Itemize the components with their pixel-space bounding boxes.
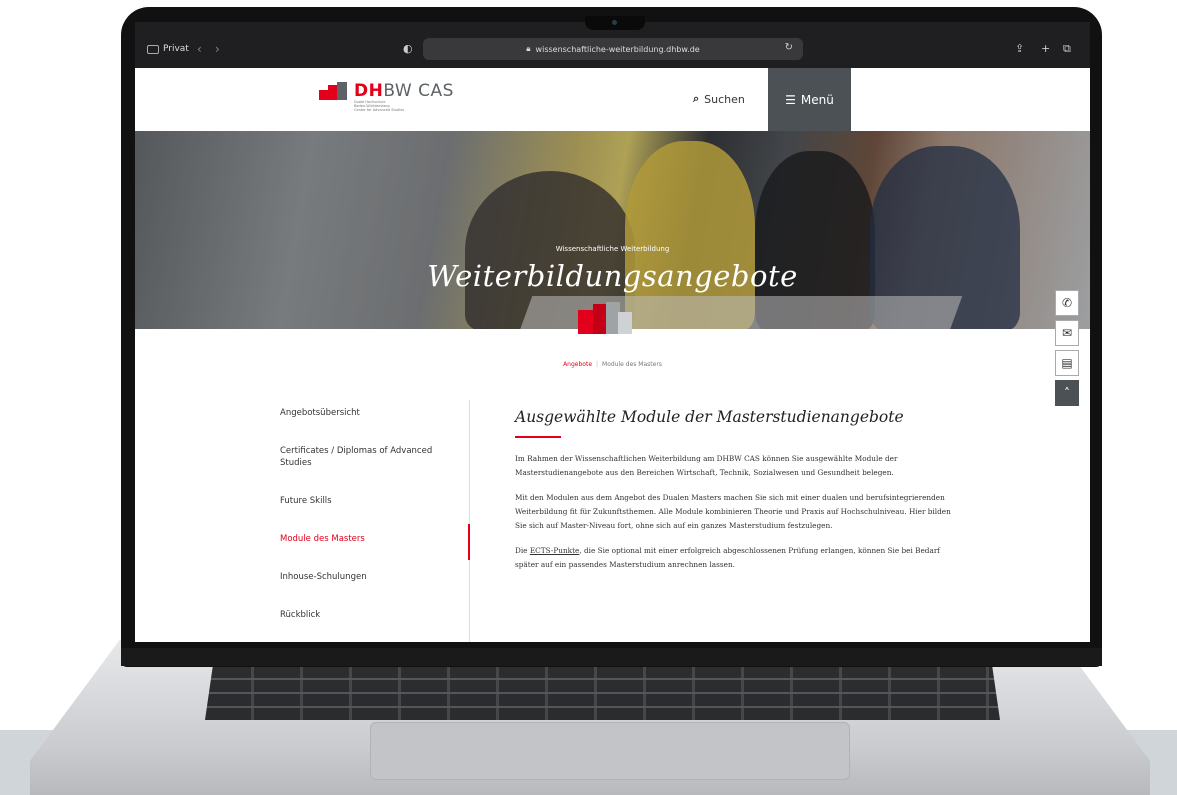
logo-subtitle-3: Center for Advanced Studies (354, 108, 405, 112)
hamburger-icon: ☰ (785, 92, 796, 107)
keyboard (205, 665, 1000, 720)
floating-actions: ✆ ✉ ▤ ˄ (1055, 290, 1079, 406)
back-icon[interactable]: ‹ (197, 42, 202, 56)
dhbw-cas-logo[interactable]: DHBW CAS Duale Hochschule Baden-Württemb… (319, 82, 454, 112)
menu-button[interactable]: ☰ Menü (768, 68, 851, 131)
hero-title: Weiterbildungsangebote (427, 259, 798, 293)
sidebar-divider (468, 400, 470, 642)
privacy-shield-icon[interactable]: ◐ (403, 42, 413, 55)
tabs-icon[interactable]: ⧉ (1063, 42, 1071, 56)
main-content: Ausgewählte Module der Masterstudienange… (515, 408, 955, 583)
plus-icon[interactable]: + (1041, 42, 1050, 55)
heading-underline (515, 436, 561, 438)
content-paragraph-1: Im Rahmen der Wissenschaftlichen Weiterb… (515, 454, 898, 477)
sidebar-item-angebotsuebersicht[interactable]: Angebotsübersicht (280, 407, 470, 419)
private-tab-button[interactable]: Privat (147, 44, 189, 54)
brochure-icon[interactable]: ▤ (1055, 350, 1079, 376)
screen: Privat ‹ › ◐ 🔒︎ wissenschaftliche-weiter… (135, 22, 1090, 642)
search-icon: ⌕ (693, 92, 700, 105)
content-paragraph-3: Die ECTS-Punkte, die Sie optional mit ei… (515, 546, 941, 569)
camera-icon (612, 20, 617, 25)
phone-icon[interactable]: ✆ (1055, 290, 1079, 316)
content-paragraph-2: Mit den Modulen aus dem Angebot des Dual… (515, 493, 951, 530)
address-bar[interactable]: 🔒︎ wissenschaftliche-weiterbildung.dhbw.… (423, 38, 803, 60)
breadcrumb: Angebote | Module des Masters (563, 361, 662, 368)
ects-link[interactable]: ECTS-Punkte (530, 546, 580, 555)
laptop-hinge (121, 648, 1102, 666)
logo-wordmark: DHBW CAS (354, 81, 454, 101)
reload-icon[interactable]: ↻ (785, 42, 793, 53)
sidebar-item-rueckblick[interactable]: Rückblick (280, 609, 470, 621)
search-button[interactable]: ⌕ Suchen (693, 92, 745, 106)
trackpad (370, 722, 850, 780)
search-label: Suchen (704, 92, 745, 106)
breadcrumb-current: Module des Masters (602, 361, 662, 368)
menu-label: Menü (800, 92, 834, 107)
mail-icon[interactable]: ✉ (1055, 320, 1079, 346)
content-heading: Ausgewählte Module der Masterstudienange… (515, 408, 904, 426)
sidebar-item-inhouse-schulungen[interactable]: Inhouse-Schulungen (280, 571, 470, 583)
chevron-up-icon[interactable]: ˄ (1055, 380, 1079, 406)
url-text: wissenschaftliche-weiterbildung.dhbw.de (535, 44, 700, 54)
sidebar-item-module-des-masters[interactable]: Module des Masters (280, 533, 470, 545)
brand-mark-icon (578, 302, 638, 334)
sidebar-item-future-skills[interactable]: Future Skills (280, 495, 470, 507)
forward-icon[interactable]: › (215, 42, 220, 56)
lock-icon: 🔒︎ (526, 44, 531, 53)
site-header: DHBW CAS Duale Hochschule Baden-Württemb… (135, 68, 1090, 131)
breadcrumb-link[interactable]: Angebote (563, 361, 592, 368)
hero-kicker: Wissenschaftliche Weiterbildung (555, 245, 670, 253)
sidebar-nav: Angebotsübersicht Certificates / Diploma… (280, 407, 470, 642)
camera-notch (585, 16, 645, 30)
logo-mark-icon (319, 82, 349, 104)
active-indicator (468, 524, 470, 560)
sidebar-icon (147, 44, 159, 54)
hero-banner: Wissenschaftliche Weiterbildung Weiterbi… (135, 131, 1090, 329)
private-label: Privat (163, 44, 189, 54)
sidebar-item-certificates[interactable]: Certificates / Diplomas of Advanced Stud… (280, 445, 470, 469)
share-icon[interactable]: ⇪ (1015, 42, 1024, 55)
